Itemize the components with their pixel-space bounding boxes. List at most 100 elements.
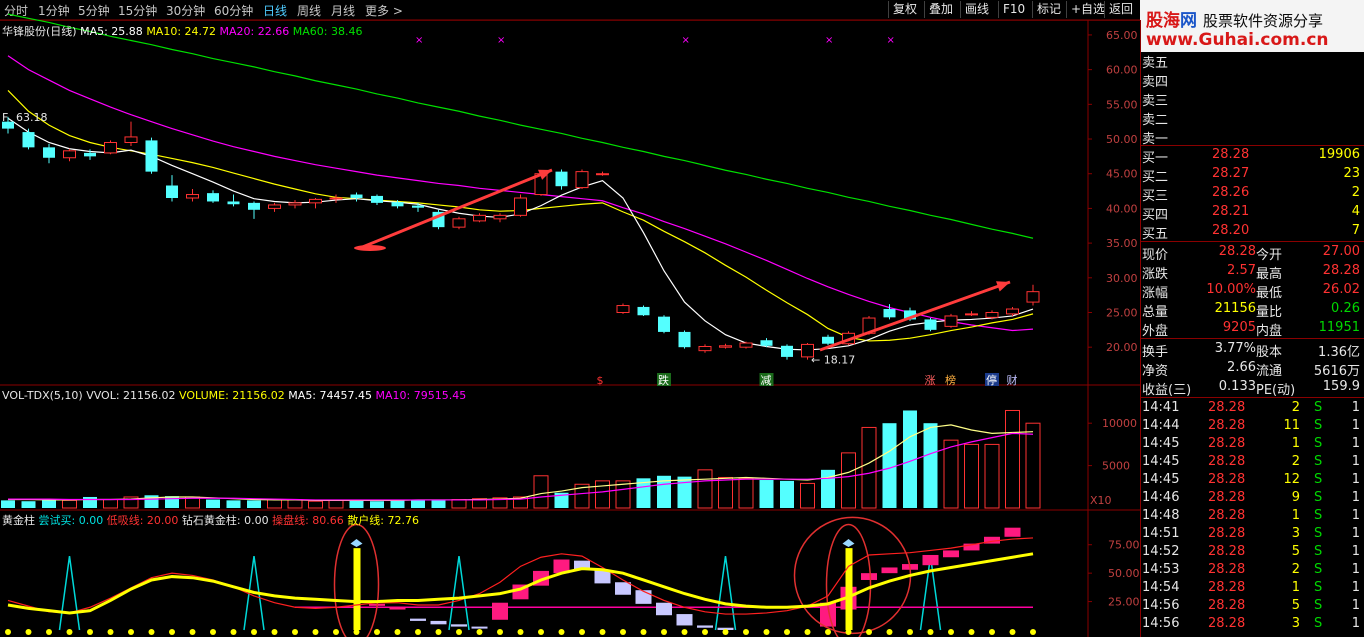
baseline-dot — [968, 629, 975, 635]
price-axis-label: 45.00 — [1106, 168, 1138, 181]
volume-bar — [964, 443, 979, 509]
baseline-dot — [538, 629, 544, 635]
candle-body — [288, 202, 302, 206]
tick-side: S — [1314, 616, 1323, 631]
gold-operator: 操盘线: 80.66 — [272, 514, 344, 527]
gold-bar — [492, 602, 508, 620]
vol-vvol: VVOL: 21156.02 — [86, 389, 176, 402]
baseline-dot — [620, 629, 626, 635]
order-label: 买五 — [1142, 227, 1169, 242]
tick-volume: 3 — [1291, 526, 1300, 541]
tick-time: 14:54 — [1142, 580, 1180, 595]
baseline-dot — [763, 629, 770, 635]
retail-line — [7, 537, 1034, 615]
tick-count: 1 — [1351, 418, 1360, 433]
quote-value: 2.57 — [1227, 263, 1256, 278]
volume-bar — [841, 452, 856, 509]
candle-body — [760, 340, 773, 346]
baseline-dot — [948, 629, 954, 635]
baseline-dot — [845, 629, 852, 635]
baseline-dot — [66, 629, 73, 635]
baseline-dot — [866, 629, 872, 635]
stats-label: PE(动) — [1256, 383, 1296, 398]
candle-body — [104, 141, 117, 154]
tick-row: 14:54 28.28 1 S 1 — [1142, 580, 1362, 598]
baseline-dot — [189, 629, 196, 635]
candle-body — [616, 305, 630, 313]
baseline-dot — [497, 629, 503, 635]
volume-bar — [42, 499, 56, 508]
baseline-dot — [107, 629, 114, 635]
tick-price: 28.28 — [1208, 580, 1246, 595]
vol-volume: VOLUME: 21156.02 — [179, 389, 285, 402]
low-annotation: ← 18.17 — [811, 354, 855, 367]
candle-body — [145, 140, 158, 172]
trend-arrow-tail — [354, 245, 386, 251]
stats-label: 收益(三) — [1142, 383, 1192, 398]
volume-bar — [718, 476, 733, 509]
baseline-dot — [886, 629, 893, 635]
candle-body — [309, 198, 322, 204]
tick-time: 14:45 — [1142, 436, 1180, 451]
event-label: 涨 — [925, 374, 936, 387]
volume-bar — [103, 499, 118, 509]
volume-bar — [390, 500, 405, 508]
candle-body — [22, 132, 35, 148]
order-volume: 7 — [1351, 223, 1360, 238]
volume-bar — [165, 496, 179, 508]
baseline-dot — [1030, 629, 1036, 635]
vol-ma10: MA10: 79515.45 — [375, 389, 467, 402]
price-axis-label: 65.00 — [1106, 29, 1138, 42]
candle-body — [329, 197, 343, 200]
quote-row: 涨跌 2.57 最高 28.28 — [1142, 263, 1362, 282]
candle-body — [965, 313, 978, 316]
baseline-dot — [558, 629, 565, 635]
baseline-dot — [640, 629, 647, 635]
order-row-sell: 卖三 — [1142, 90, 1362, 109]
volume-bar — [226, 500, 241, 508]
tick-volume: 12 — [1283, 472, 1300, 487]
baseline-dot — [374, 629, 380, 635]
tick-volume: 1 — [1291, 508, 1300, 523]
volume-bar — [821, 469, 835, 508]
tick-row: 14:51 28.28 3 S 1 — [1142, 526, 1362, 544]
tick-row: 14:41 28.28 2 S 1 — [1142, 400, 1362, 418]
gold-bar — [656, 602, 672, 616]
baseline-dot — [702, 629, 708, 635]
tick-row: 14:46 28.28 9 S 1 — [1142, 490, 1362, 508]
volume-bar — [206, 499, 220, 508]
baseline-dot — [927, 629, 934, 635]
order-row-buy: 买一 28.28 19906 — [1142, 147, 1362, 166]
volume-bar — [861, 426, 877, 509]
signal-marker: × — [497, 35, 505, 46]
tick-price: 28.28 — [1208, 472, 1246, 487]
baseline-dot — [743, 629, 749, 635]
tick-row: 14:52 28.28 5 S 1 — [1142, 544, 1362, 562]
stats-value: 159.9 — [1322, 379, 1360, 394]
chart-area[interactable]: × × × × × F 63.18 ← 18.17 $ 跌 减 涨榜 停财 65.00 60.00 55.0… — [0, 0, 1140, 637]
quote-label: 量比 — [1256, 305, 1283, 320]
volume-bar — [308, 500, 323, 509]
volume-bar — [943, 439, 959, 509]
baseline-dot — [907, 629, 913, 635]
vol-axis-label: 10000 — [1102, 417, 1137, 430]
price-axis-label: 60.00 — [1106, 64, 1138, 77]
candle-body — [84, 152, 96, 157]
main-title: 华锋股份(日线) — [2, 25, 77, 38]
tick-volume: 11 — [1283, 418, 1300, 433]
vol-info: VOL-TDX(5,10) VVOL: 21156.02 VOLUME: 211… — [2, 389, 466, 402]
quote-value: 11951 — [1318, 320, 1360, 335]
quote-label: 现价 — [1142, 248, 1169, 263]
tick-count: 1 — [1351, 544, 1360, 559]
gold-axis-label: 25.00 — [1108, 596, 1140, 609]
volume-bar — [533, 475, 549, 509]
candle-body — [698, 345, 712, 352]
gold-bar — [861, 573, 877, 580]
order-label: 买二 — [1142, 170, 1169, 185]
event-label: 榜 — [945, 373, 956, 387]
high-prefix: F — [2, 111, 8, 124]
volume-bar — [431, 499, 446, 508]
tick-side: S — [1314, 436, 1323, 451]
candle-body — [1026, 291, 1040, 303]
stats-value: 1.36亿 — [1318, 345, 1360, 360]
